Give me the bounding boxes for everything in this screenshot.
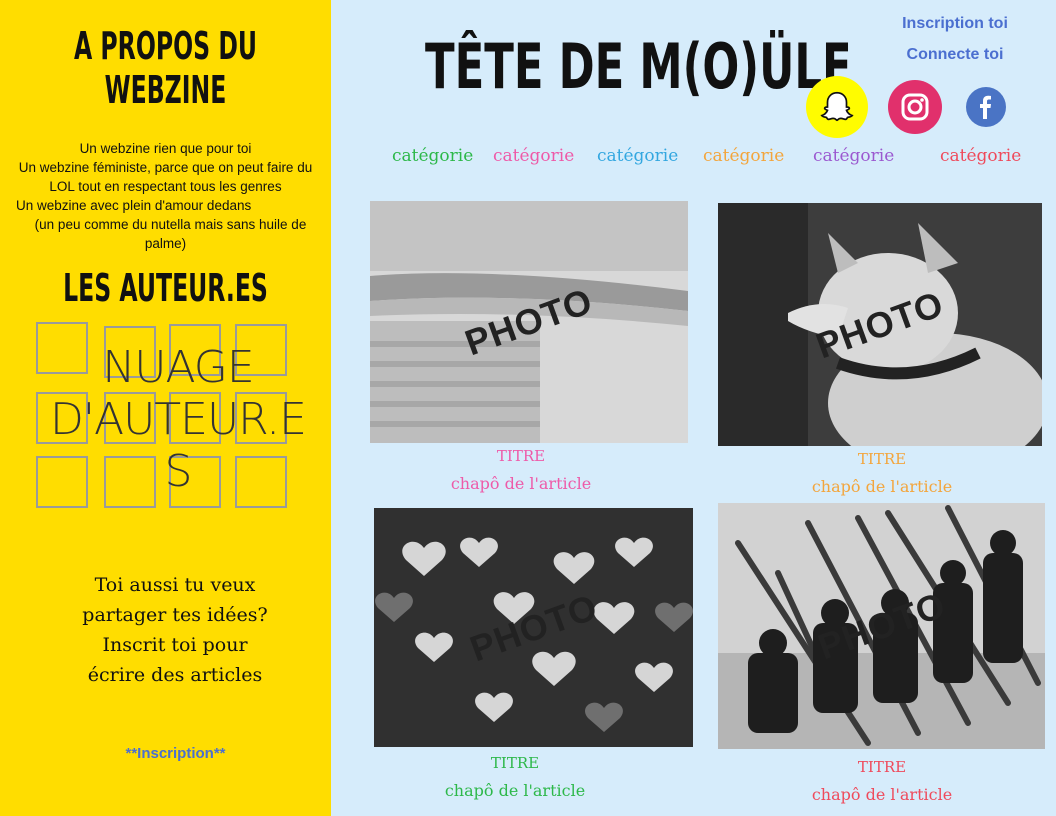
cloud-line: S — [164, 446, 193, 497]
about-text: Un webzine rien que pour toi Un webzine … — [8, 139, 323, 253]
article-photo[interactable]: PHOTO — [718, 203, 1042, 446]
category-link[interactable]: catégorie — [392, 146, 473, 166]
article-chapo: chapô de l'article — [811, 477, 953, 496]
sidebar-signup-link[interactable]: **Inscription** — [0, 745, 351, 762]
login-link[interactable]: Connecte toi — [880, 46, 1030, 64]
signup-link[interactable]: Inscription toi — [880, 15, 1030, 33]
signup-invite: Toi aussi tu veux partager tes idées? In… — [60, 570, 290, 690]
article-photo[interactable]: PHOTO — [374, 508, 693, 747]
site-title: TÊTE DE M(O)ÜLE — [425, 30, 852, 103]
about-line: Un webzine rien que pour toi — [79, 141, 252, 156]
about-line: Un webzine féministe, parce que on peut … — [18, 160, 313, 175]
about-title: A PROPOS DU WEBZINE — [63, 24, 268, 112]
snapchat-button[interactable] — [806, 76, 868, 138]
article-photo[interactable]: PHOTO — [718, 503, 1045, 749]
facebook-icon — [980, 95, 991, 119]
about-title-line: WEBZINE — [104, 68, 227, 112]
category-link[interactable]: catégorie — [597, 146, 678, 166]
category-link[interactable]: catégorie — [813, 146, 894, 166]
about-line: Un webzine avec plein d'amour dedans — [16, 198, 252, 213]
category-link[interactable]: catégorie — [703, 146, 784, 166]
cloud-line: D'AUTEUR.E — [50, 394, 307, 445]
authors-title: LES AUTEUR.ES — [63, 266, 268, 310]
about-line: palme) — [144, 236, 187, 251]
invite-line: Toi aussi tu veux — [94, 574, 256, 596]
author-cloud-label: NUAGE D'AUTEUR.E S — [44, 342, 312, 498]
article-chapo: chapô de l'article — [444, 781, 586, 800]
instagram-icon — [901, 93, 929, 121]
about-line: LOL tout en respectant tous les genres — [49, 179, 282, 194]
invite-line: Inscrit toi pour — [102, 634, 248, 656]
about-line: (un peu comme du nutella mais sans huile… — [34, 217, 307, 232]
article-title[interactable]: TITRE — [421, 447, 621, 465]
article-photo[interactable]: PHOTO — [370, 201, 688, 443]
article-title[interactable]: TITRE — [782, 758, 982, 776]
invite-line: partager tes idées? — [82, 604, 268, 626]
invite-line: écrire des articles — [87, 664, 263, 686]
about-title-line: A PROPOS DU — [73, 24, 258, 68]
category-link[interactable]: catégorie — [940, 146, 1021, 166]
instagram-button[interactable] — [888, 80, 942, 134]
article-chapo: chapô de l'article — [450, 474, 592, 493]
sidebar: A PROPOS DU WEBZINE Un webzine rien que … — [0, 0, 331, 816]
article-title[interactable]: TITRE — [415, 754, 615, 772]
article-chapo: chapô de l'article — [811, 785, 953, 804]
cloud-line: NUAGE — [102, 342, 254, 393]
category-link[interactable]: catégorie — [493, 146, 574, 166]
facebook-button[interactable] — [966, 87, 1006, 127]
article-title[interactable]: TITRE — [782, 450, 982, 468]
snapchat-icon — [820, 91, 854, 122]
